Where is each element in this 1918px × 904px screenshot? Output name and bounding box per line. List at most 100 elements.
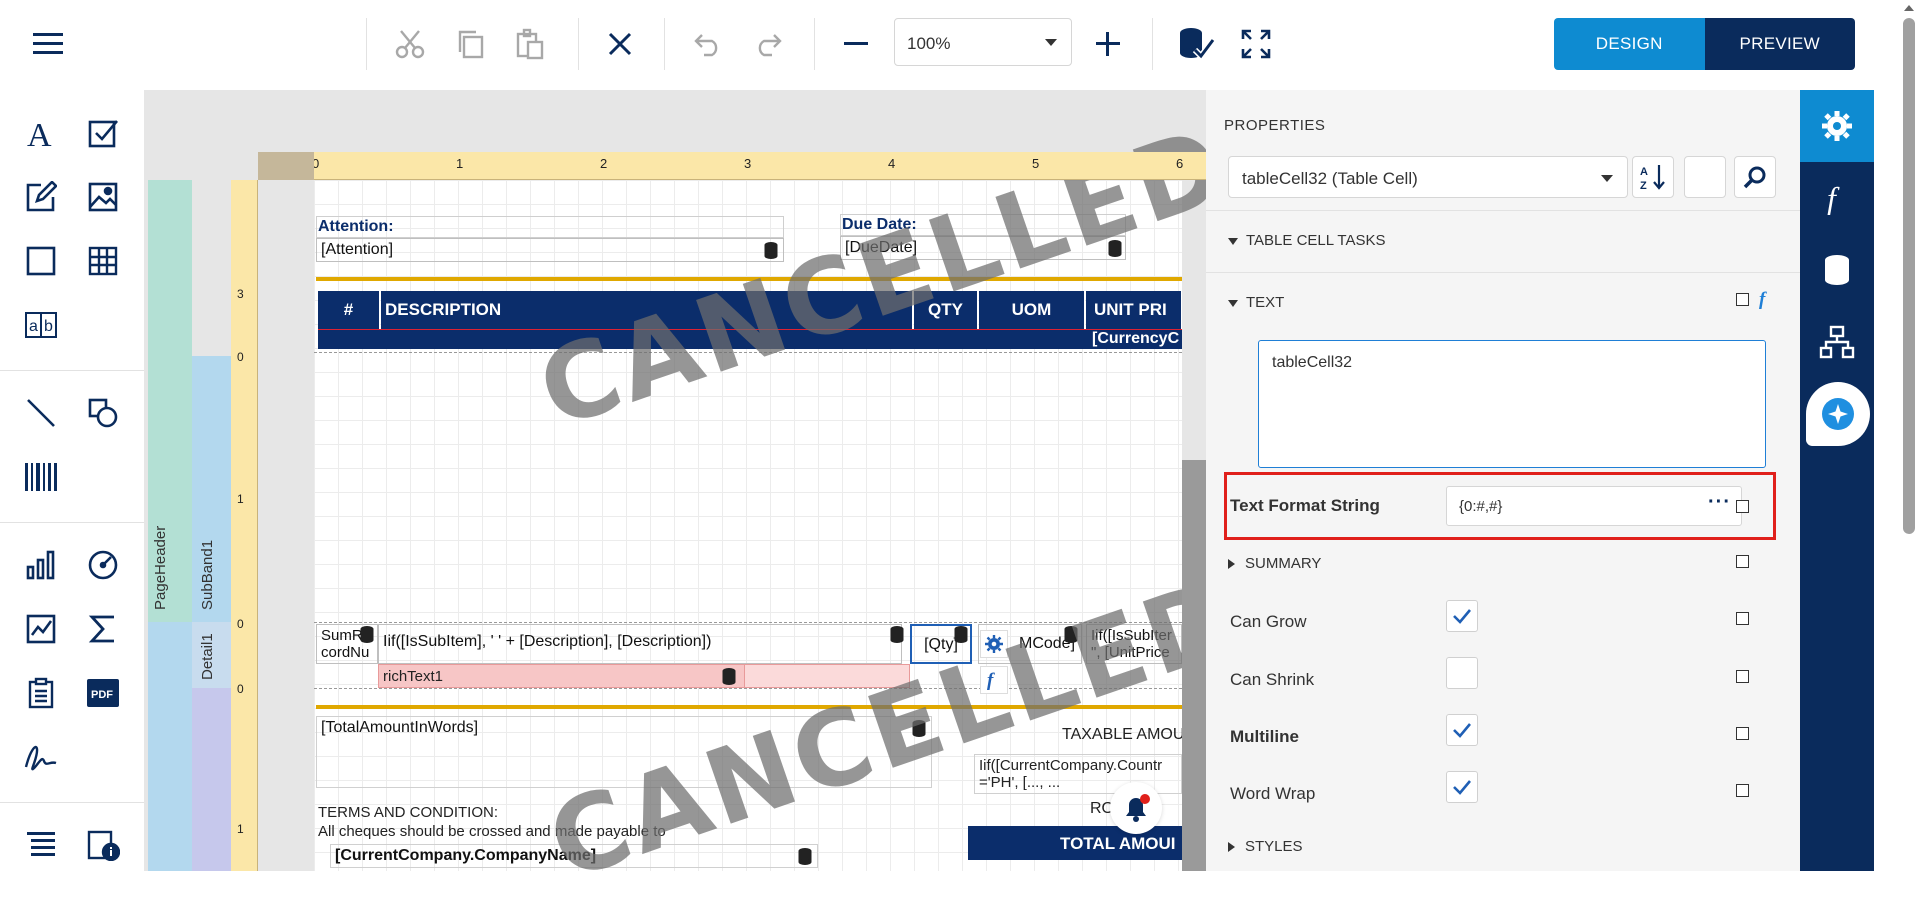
field-list-tab[interactable] [1800,234,1874,306]
header-cell-unit-price[interactable]: UNIT PRI [1086,291,1182,329]
panel-tool-icon[interactable] [18,238,64,284]
report-explorer-tab[interactable] [1800,306,1874,378]
ruler-left-label: 0 [237,617,244,631]
report-page[interactable]: Attention: [Attention] Due Date: [DueDat… [314,103,1252,904]
properties-panel: PROPERTIES tableCell32 (Table Cell) AZ T… [1206,90,1800,871]
section-table-cell-tasks[interactable]: TABLE CELL TASKS [1228,232,1386,249]
section-summary[interactable]: SUMMARY [1228,555,1321,572]
ruler-left-label: 1 [237,822,244,836]
notifications-button[interactable] [1110,782,1162,834]
svg-text:f: f [1827,181,1840,215]
can-shrink-reset-checkbox[interactable] [1736,670,1749,683]
delete-icon[interactable] [598,22,642,66]
expressions-tab[interactable]: f [1800,162,1874,234]
multiline-reset-checkbox[interactable] [1736,727,1749,740]
text-format-string-input[interactable]: {0:#,#} ··· [1446,486,1742,526]
text-reset-checkbox[interactable] [1736,293,1749,306]
checkmark-icon [1453,609,1471,624]
pdf-content-tool-icon[interactable]: PDF [80,670,126,716]
subreport-tool-icon[interactable] [18,670,64,716]
validate-icon[interactable] [1174,22,1218,66]
sort-az-icon: AZ [1640,165,1665,191]
summary-tool-icon[interactable] [80,606,126,652]
table-of-contents-tool-icon[interactable] [18,822,64,868]
terms-title[interactable]: TERMS AND CONDITION: [318,804,498,821]
zoom-in-icon[interactable] [1086,22,1130,66]
redo-icon[interactable] [746,22,790,66]
checkbox-tool-icon[interactable] [80,110,126,156]
page-scrollbar[interactable] [1900,0,1918,871]
menu-icon[interactable] [26,22,70,66]
fullscreen-icon[interactable] [1234,22,1278,66]
text-expression-button[interactable]: f [1758,288,1774,310]
total-amount-header[interactable]: TOTAL AMOUI [968,826,1182,860]
rich-text-tool-icon[interactable] [18,174,64,220]
band-footer[interactable] [192,688,231,871]
header-cell-number[interactable]: # [318,291,380,329]
sort-alphabetical-button[interactable]: AZ [1632,156,1674,198]
scrollbar-thumb[interactable] [1903,18,1915,534]
ruler-vertical: 3 0 1 0 0 1 [231,180,258,871]
ellipsis-icon[interactable]: ··· [1708,491,1731,514]
page-info-tool-icon[interactable] [80,822,126,868]
line-tool-icon[interactable] [18,390,64,436]
can-grow-checkbox[interactable] [1446,600,1478,632]
description-cell[interactable]: Iif([IsSubItem], ' ' + [Description], [D… [378,624,902,664]
component-selector[interactable]: tableCell32 (Table Cell) [1228,156,1628,198]
properties-tab[interactable] [1800,90,1874,162]
design-button[interactable]: DESIGN [1554,18,1705,70]
summary-reset-checkbox[interactable] [1736,555,1749,568]
text-format-string-label: Text Format String [1230,496,1380,515]
band-detail-outer[interactable] [148,622,192,871]
caret-down-icon [1228,299,1238,307]
sparkline-tool-icon[interactable] [18,606,64,652]
panel-switcher: f [1800,90,1874,871]
chart-tool-icon[interactable] [18,542,64,588]
format-reset-checkbox[interactable] [1736,500,1749,513]
multiline-label: Multiline [1230,727,1299,746]
word-wrap-checkbox[interactable] [1446,771,1478,803]
ruler-left-label: 3 [237,287,244,301]
signature-tool-icon[interactable] [18,734,64,780]
text-value-textarea[interactable]: tableCell32 [1258,340,1766,468]
chevron-down-icon [1045,39,1057,46]
character-comb-tool-icon[interactable]: ab [18,302,64,348]
checkmark-icon [1453,780,1471,795]
multiline-checkbox[interactable] [1446,714,1478,746]
shape-tool-icon[interactable] [80,390,126,436]
picture-tool-icon[interactable] [80,174,126,220]
preview-button[interactable]: PREVIEW [1704,18,1855,70]
table-tool-icon[interactable] [80,238,126,284]
mode-switch: DESIGN PREVIEW [1554,18,1855,70]
ai-assistant-tab[interactable] [1806,382,1870,446]
can-shrink-checkbox[interactable] [1446,657,1478,689]
svg-text:f: f [1759,289,1767,310]
properties-option-button[interactable] [1684,156,1726,198]
cut-icon[interactable] [388,22,432,66]
label-tool-icon[interactable]: A [18,110,64,156]
checkmark-icon [1453,723,1471,738]
section-styles[interactable]: STYLES [1228,838,1303,855]
section-text[interactable]: TEXT [1228,294,1284,311]
database-icon [798,848,812,865]
zoom-select[interactable]: 100% [894,18,1072,66]
section-text-label: TEXT [1246,294,1285,311]
attention-field[interactable]: [Attention] [316,238,784,262]
search-button[interactable] [1734,156,1776,198]
gauge-tool-icon[interactable] [80,542,126,588]
word-wrap-reset-checkbox[interactable] [1736,784,1749,797]
band-label-detail: Detail1 [199,633,216,680]
undo-icon[interactable] [686,22,730,66]
scroll-up-arrow[interactable] [1901,0,1917,16]
zoom-out-icon[interactable] [834,22,878,66]
function-icon: f [1759,289,1767,310]
chevron-down-icon [1601,175,1613,182]
band-labels: PageHeader SubBand1 Detail1 [144,180,231,871]
can-grow-label: Can Grow [1230,612,1307,631]
barcode-tool-icon[interactable] [18,454,64,500]
canvas-scrollbar-thumb[interactable] [1182,460,1206,871]
paste-icon[interactable] [508,22,552,66]
copy-icon[interactable] [448,22,492,66]
currency-cell[interactable]: [CurrencyC [1086,330,1182,349]
can-grow-reset-checkbox[interactable] [1736,612,1749,625]
